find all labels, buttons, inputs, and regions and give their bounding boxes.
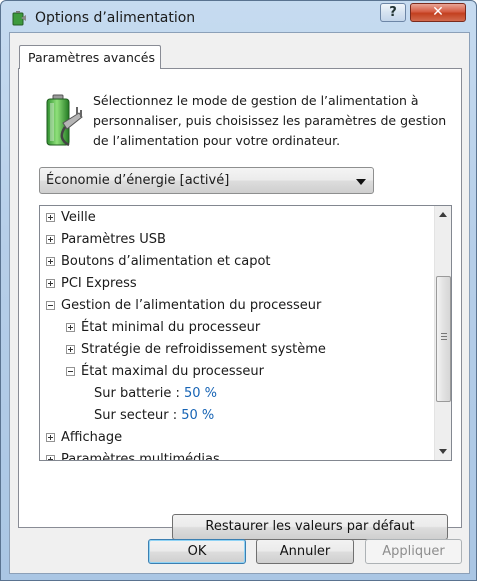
icon-stroke <box>50 237 51 242</box>
grip-line <box>441 339 447 340</box>
power-plan-dropdown[interactable]: Économie d’énergie [activé] <box>39 167 374 194</box>
options-window: Options d’alimentation ? ✕ Paramètres av… <box>0 0 477 581</box>
ok-button[interactable]: OK <box>148 539 246 564</box>
help-button[interactable]: ? <box>380 3 406 22</box>
icon-stroke <box>68 371 73 372</box>
scroll-up-arrow-icon[interactable] <box>435 206 451 223</box>
tree-node-label: Boutons d’alimentation et capot <box>61 254 271 269</box>
tab-panel: Sélectionnez le mode de gestion de l’ali… <box>18 68 462 540</box>
tree-node[interactable]: Paramètres multimédias <box>40 449 434 461</box>
title-bar[interactable]: Options d’alimentation ? ✕ <box>1 1 476 35</box>
tree-leaf-setting[interactable]: Sur secteur : 50 % <box>40 405 434 427</box>
icon-stroke <box>50 281 51 286</box>
restore-defaults-button[interactable]: Restaurer les valeurs par défaut <box>172 514 448 540</box>
tree-node-label: État minimal du processeur <box>81 320 261 335</box>
expand-plus-icon[interactable] <box>46 213 55 222</box>
settings-tree[interactable]: Veille Paramètres USB Boutons d’alimentati… <box>39 205 452 461</box>
tree-leaf-setting[interactable]: Sur batterie : 50 % <box>40 383 434 405</box>
tree-node-label: Sur secteur : <box>94 408 178 423</box>
description-text: Sélectionnez le mode de gestion de l’ali… <box>93 93 447 148</box>
window-title: Options d’alimentation <box>35 10 196 26</box>
tree-node-label: PCI Express <box>61 276 137 291</box>
icon-stroke <box>70 347 71 352</box>
chevron-down-icon[interactable] <box>356 179 366 185</box>
close-button[interactable]: ✕ <box>410 3 466 22</box>
tree-node[interactable]: PCI Express <box>40 273 434 295</box>
tree-node[interactable]: Stratégie de refroidissement système <box>40 339 434 361</box>
battery-plug-icon <box>46 94 83 147</box>
tab-advanced-settings[interactable]: Paramètres avancés <box>19 45 161 69</box>
tree-node[interactable]: Gestion de l’alimentation du processeur <box>40 295 434 317</box>
expand-plus-icon[interactable] <box>46 455 55 460</box>
grip-line <box>441 333 447 334</box>
collapse-minus-icon[interactable] <box>66 367 75 376</box>
icon-stroke <box>50 435 51 440</box>
apply-button[interactable]: Appliquer <box>365 539 462 564</box>
tree-node-label: Stratégie de refroidissement système <box>81 342 326 357</box>
tree-node-label: Veille <box>61 210 96 225</box>
tree-node[interactable]: Paramètres USB <box>40 229 434 251</box>
leaf-setting-line: Sur secteur : 50 % <box>94 405 214 427</box>
expand-plus-icon[interactable] <box>46 235 55 244</box>
tree-node-label: Affichage <box>61 430 123 445</box>
vertical-scrollbar[interactable] <box>434 206 451 460</box>
setting-value[interactable]: 50 % <box>184 386 217 401</box>
tree-node-label: État maximal du processeur <box>81 364 264 379</box>
setting-value[interactable]: 50 % <box>181 408 214 423</box>
tree-node-label: Paramètres multimédias <box>61 452 220 461</box>
icon-stroke <box>50 259 51 264</box>
dialog-client-area: Paramètres avancés Sélectionnez le mode … <box>9 32 470 574</box>
tree-node[interactable]: État maximal du processeur <box>40 361 434 383</box>
grip-line <box>441 336 447 337</box>
tree-node[interactable]: Boutons d’alimentation et capot <box>40 251 434 273</box>
icon-stroke <box>50 457 51 460</box>
expand-plus-icon[interactable] <box>66 323 75 332</box>
power-plan-selected: Économie d’énergie [activé] <box>46 173 230 188</box>
scroll-down-arrow-icon[interactable] <box>435 443 451 460</box>
power-options-icon <box>12 11 26 26</box>
scroll-thumb[interactable] <box>436 276 451 402</box>
expand-plus-icon[interactable] <box>66 345 75 354</box>
collapse-minus-icon[interactable] <box>46 301 55 310</box>
tree-node-label: Sur batterie : <box>94 386 180 401</box>
tree-node[interactable]: Affichage <box>40 427 434 449</box>
tree-node[interactable]: Veille <box>40 207 434 229</box>
expand-plus-icon[interactable] <box>46 257 55 266</box>
icon-stroke <box>48 305 53 306</box>
icon-stroke <box>70 325 71 330</box>
leaf-setting-line: Sur batterie : 50 % <box>94 383 217 405</box>
tree-node-label: Gestion de l’alimentation du processeur <box>61 298 322 313</box>
tree-node-label: Paramètres USB <box>61 232 166 247</box>
expand-plus-icon[interactable] <box>46 433 55 442</box>
icon-stroke <box>50 215 51 220</box>
expand-plus-icon[interactable] <box>46 279 55 288</box>
tree-node[interactable]: État minimal du processeur <box>40 317 434 339</box>
cancel-button[interactable]: Annuler <box>256 539 354 564</box>
